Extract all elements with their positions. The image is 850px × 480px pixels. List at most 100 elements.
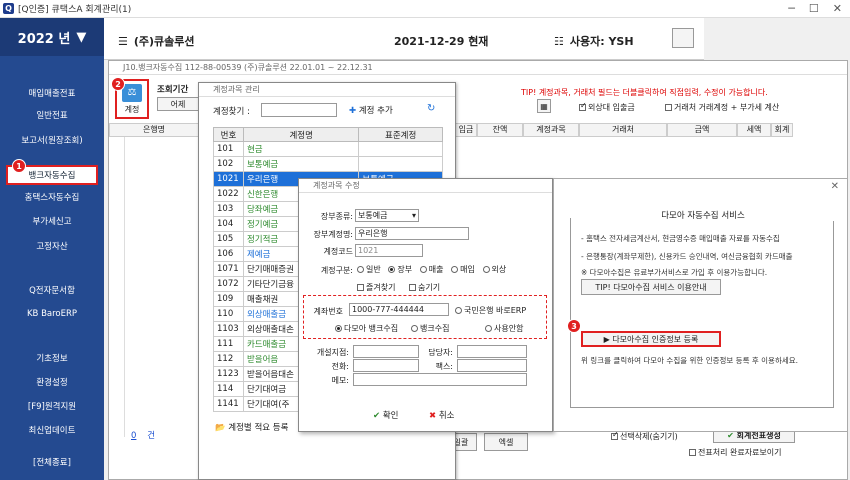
- account-row[interactable]: 102 보통예금: [213, 156, 443, 172]
- phone-input[interactable]: [353, 359, 419, 372]
- sidebar-item-update[interactable]: 최신업데이트: [6, 421, 98, 439]
- service-line3: ※ 다모아수집은 유료부가서비스로 가입 후 이용가능합니다.: [581, 268, 768, 277]
- memo-register-link[interactable]: 📂 계정별 적요 등록: [215, 421, 288, 433]
- close-icon[interactable]: ✕: [833, 2, 842, 15]
- triangle-down-icon: ▼: [76, 29, 87, 45]
- service-line2: - 은행통장(계좌무제한), 신용카드 승인내역, 여신금융협회 카드매출: [581, 252, 793, 261]
- count-value: 0: [131, 431, 137, 441]
- memo-input[interactable]: [353, 373, 527, 386]
- service-line1: - 홈택스 전자세금계산서, 현금영수증 매입매출 자료를 자동수집: [581, 234, 780, 243]
- account-name: 보통예금: [242, 156, 360, 172]
- radio-icon: [455, 307, 462, 314]
- fx-checkbox[interactable]: 외상대 입출금: [579, 101, 635, 113]
- hide-checkbox[interactable]: 숨기기: [409, 282, 440, 293]
- col-number: 번호: [213, 127, 244, 142]
- user-list-icon: ☷: [554, 34, 564, 48]
- account-search-input[interactable]: [261, 103, 337, 117]
- manager-input[interactable]: [457, 345, 527, 358]
- hide-label: 숨기기: [418, 283, 441, 292]
- bank-collect-radio[interactable]: 뱅크수집: [411, 323, 449, 334]
- damoa-register-button[interactable]: ▶ 다모아수집 인증정보 등록: [581, 331, 721, 347]
- user-name: 사용자: YSH: [569, 35, 634, 48]
- show-done-checkbox[interactable]: 전표처리 완료자료보이기: [689, 447, 782, 458]
- maximize-icon[interactable]: ☐: [809, 2, 819, 15]
- kind-radio-sales[interactable]: 매출: [419, 265, 443, 274]
- account-no: 112: [213, 351, 244, 367]
- sidebar-item-settings[interactable]: 환경설정: [6, 373, 98, 391]
- x-icon: ✖: [429, 411, 437, 421]
- service-tip-button[interactable]: TIP! 다모아수집 서비스 이용안내: [581, 279, 721, 295]
- kind-radio-credit[interactable]: 외상: [482, 265, 506, 274]
- favorite-checkbox[interactable]: 즐겨찾기: [357, 282, 395, 293]
- minimize-icon[interactable]: ─: [788, 2, 795, 15]
- close-icon[interactable]: ✕: [831, 181, 839, 192]
- select-delete-label: 선택삭제(숨기기): [620, 432, 678, 441]
- type-value: 보통예금: [358, 211, 388, 220]
- folder-button[interactable]: [672, 28, 694, 48]
- refresh-icon[interactable]: ↻: [427, 103, 435, 114]
- account-no: 102: [213, 156, 244, 172]
- acct-no-input[interactable]: 1000-777-444444: [349, 303, 449, 316]
- sidebar-item-sales-purchase[interactable]: 매입매출전표: [6, 84, 98, 102]
- year-selector[interactable]: 2022 년 ▼: [0, 18, 104, 56]
- calendar-button[interactable]: ▦: [537, 99, 551, 113]
- sidebar-item-general-voucher[interactable]: 일반전표: [6, 106, 98, 124]
- kind-radio-purchase[interactable]: 매입: [451, 265, 475, 274]
- radio-icon: [335, 325, 342, 332]
- sidebar-item-hometax[interactable]: 홈택스자동수집: [6, 188, 98, 206]
- select-delete-checkbox[interactable]: 선택삭제(숨기기): [611, 430, 678, 442]
- plus-icon: ✚: [349, 106, 357, 116]
- app-titlebar: Q [Q인증] 큐택스A 회계관리(1) ─ ☐ ✕: [0, 0, 850, 18]
- sidebar-item-edocs[interactable]: Q전자문서함: [6, 281, 98, 299]
- excel-button[interactable]: 엑셀: [484, 433, 528, 451]
- type-select[interactable]: 보통예금 ▾: [355, 209, 419, 222]
- col-account-name: 계정명: [242, 127, 360, 142]
- sidebar-item-kb-erp[interactable]: KB BaroERP: [6, 305, 98, 323]
- damoa-collect-radio[interactable]: 다모아 뱅크수집: [335, 323, 398, 334]
- branch-input[interactable]: [353, 345, 419, 358]
- kind-radio-ledger[interactable]: 장부: [388, 265, 412, 274]
- name-input[interactable]: 우리은행: [355, 227, 469, 240]
- service-note: 위 링크를 클릭하여 다모아 수집을 위한 인증정보 등록 후 이용하세요.: [581, 356, 799, 365]
- code-label: 계정코드: [323, 247, 353, 256]
- sidebar-item-fixed-assets[interactable]: 고정자산: [6, 237, 98, 255]
- fax-input[interactable]: [457, 359, 527, 372]
- kb-erp-radio[interactable]: 국민은행 바로ERP: [455, 305, 526, 316]
- yesterday-button[interactable]: 어제: [157, 97, 199, 111]
- damoa-register-label: ▶ 다모아수집 인증정보 등록: [603, 334, 699, 344]
- app-title: [Q인증] 큐택스A 회계관리(1): [18, 5, 132, 15]
- fax-label: 팩스:: [435, 362, 453, 371]
- sidebar-item-remote[interactable]: [F9]원격지원: [6, 397, 98, 415]
- col-account: 계정과목: [523, 123, 579, 137]
- kind-radio-general[interactable]: 일반: [357, 265, 381, 274]
- account-no: 103: [213, 201, 244, 217]
- company-name: (주)큐솔루션: [133, 35, 195, 48]
- account-no: 114: [213, 381, 244, 397]
- account-row[interactable]: 101 현금: [213, 141, 443, 157]
- cancel-button[interactable]: ✖ 취소: [429, 409, 454, 421]
- code-input[interactable]: 1021: [355, 244, 423, 257]
- no-use-radio[interactable]: 사용안함: [485, 323, 523, 334]
- col-accounting: 회계: [771, 123, 793, 137]
- check-icon: ✔: [373, 411, 381, 421]
- header-bar: ☰ (주)큐솔루션 2021-12-29 현재 ☷ 사용자: YSH: [104, 18, 704, 60]
- radio-icon: [482, 266, 490, 273]
- account-edit-dialog: 계정과목 수정 장부종류: 보통예금 ▾ 장부계정명: 우리은행 계정코드 102…: [298, 178, 553, 432]
- ok-button[interactable]: ✔ 확인: [373, 409, 398, 421]
- sidebar-item-reports[interactable]: 보고서(원장조회): [6, 131, 98, 149]
- checkbox-icon: [665, 104, 672, 111]
- sidebar-item-basic-info[interactable]: 기초정보: [6, 349, 98, 367]
- name-label: 장부계정명:: [313, 230, 354, 239]
- sidebar-item-exit[interactable]: [전체종료]: [6, 453, 98, 471]
- kb-erp-label: 국민은행 바로ERP: [464, 306, 527, 315]
- vat-checkbox[interactable]: 거래처 거래계정 + 부가세 계산: [665, 102, 779, 113]
- add-account-button[interactable]: ✚ 계정 추가: [349, 104, 393, 116]
- col-tax: 세액: [737, 123, 771, 137]
- col-bank-name: 은행명: [109, 123, 199, 137]
- app-logo-icon: Q: [3, 3, 14, 14]
- kind-general-label: 일반: [366, 265, 381, 274]
- year-label: 2022 년: [17, 31, 71, 47]
- acct-no-label: 계좌번호: [313, 307, 343, 316]
- sidebar-item-vat[interactable]: 부가세신고: [6, 212, 98, 230]
- fx-label: 외상대 입출금: [588, 103, 635, 112]
